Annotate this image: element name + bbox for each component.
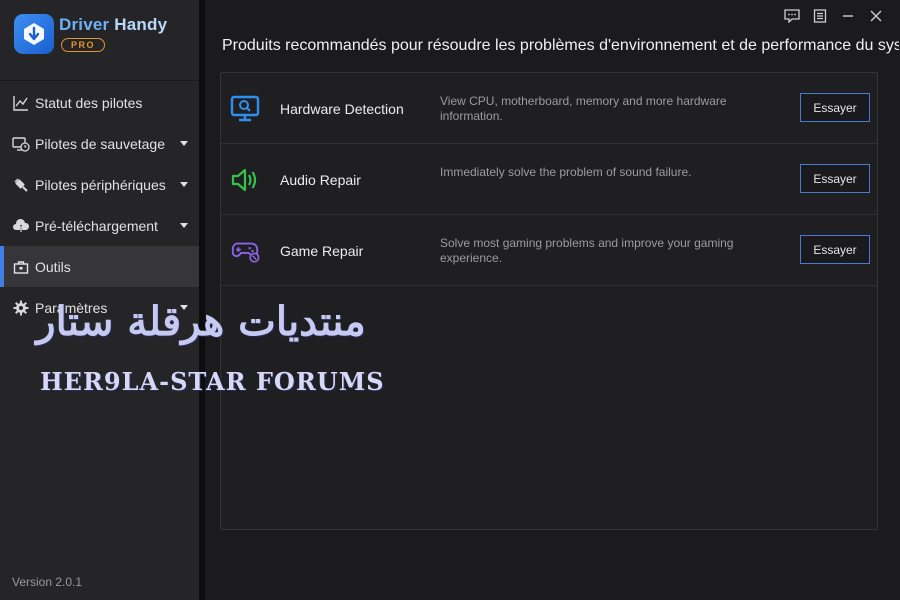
sidebar-nav: Statut des pilotes Pilotes de sauvetage … bbox=[0, 82, 199, 328]
plug-icon bbox=[12, 176, 30, 194]
chart-icon bbox=[12, 94, 30, 112]
menu-button[interactable] bbox=[806, 7, 834, 25]
sidebar-item-label: Outils bbox=[35, 258, 71, 275]
speaker-icon bbox=[230, 165, 260, 195]
monitor-clock-icon bbox=[12, 135, 30, 153]
chevron-down-icon bbox=[180, 223, 188, 228]
tool-name: Hardware Detection bbox=[280, 101, 404, 117]
try-game-repair-button[interactable]: Essayer bbox=[800, 235, 870, 264]
app-name: Driver Handy bbox=[59, 15, 168, 34]
gear-icon bbox=[12, 299, 30, 317]
gamepad-icon bbox=[230, 236, 260, 266]
sidebar-item-label: Pilotes de sauvetage bbox=[35, 135, 165, 152]
feedback-button[interactable] bbox=[778, 7, 806, 25]
sidebar-item-label: Pilotes périphériques bbox=[35, 176, 166, 193]
sidebar-item-label: Statut des pilotes bbox=[35, 94, 143, 111]
tool-description: Solve most gaming problems and improve y… bbox=[440, 236, 734, 265]
hardware-monitor-icon bbox=[230, 94, 260, 124]
app-logo: Driver Handy PRO bbox=[14, 14, 167, 54]
try-audio-repair-button[interactable]: Essayer bbox=[800, 164, 870, 193]
menu-icon bbox=[813, 9, 827, 23]
window-controls bbox=[778, 7, 890, 25]
sidebar-item-peripheral-drivers[interactable]: Pilotes périphériques bbox=[0, 164, 199, 205]
driverhandy-logo-icon bbox=[14, 14, 54, 54]
feedback-icon bbox=[784, 9, 800, 23]
app-version: Version 2.0.1 bbox=[12, 575, 83, 589]
list-item: Game Repair Solve most gaming problems a… bbox=[221, 215, 877, 286]
list-item: Hardware Detection View CPU, motherboard… bbox=[221, 73, 877, 144]
tools-list: Hardware Detection View CPU, motherboard… bbox=[220, 72, 878, 530]
cloud-download-icon bbox=[12, 217, 30, 235]
sidebar-item-tools[interactable]: Outils bbox=[0, 246, 199, 287]
page-title: Produits recommandés pour résoudre les p… bbox=[222, 37, 899, 54]
minimize-button[interactable] bbox=[834, 7, 862, 25]
chevron-down-icon bbox=[180, 141, 188, 146]
try-hardware-detection-button[interactable]: Essayer bbox=[800, 93, 870, 122]
tool-description: Immediately solve the problem of sound f… bbox=[440, 165, 692, 179]
sidebar-item-driver-status[interactable]: Statut des pilotes bbox=[0, 82, 199, 123]
tool-name: Audio Repair bbox=[280, 172, 361, 188]
pro-badge: PRO bbox=[61, 38, 106, 52]
tool-name: Game Repair bbox=[280, 243, 364, 259]
chevron-down-icon bbox=[180, 182, 188, 187]
sidebar-item-pre-download[interactable]: Pré-téléchargement bbox=[0, 205, 199, 246]
sidebar: Driver Handy PRO Statut des pilotes Pilo… bbox=[0, 0, 199, 600]
minimize-icon bbox=[843, 15, 853, 17]
sidebar-divider bbox=[0, 80, 199, 81]
app-window: Driver Handy PRO Statut des pilotes Pilo… bbox=[0, 0, 900, 600]
toolbox-icon bbox=[12, 258, 30, 276]
sidebar-item-label: Pré-téléchargement bbox=[35, 217, 158, 234]
close-icon bbox=[870, 10, 882, 22]
main-content: Produits recommandés pour résoudre les p… bbox=[205, 0, 900, 600]
sidebar-item-rescue-drivers[interactable]: Pilotes de sauvetage bbox=[0, 123, 199, 164]
sidebar-item-settings[interactable]: Paramètres bbox=[0, 287, 199, 328]
close-button[interactable] bbox=[862, 7, 890, 25]
sidebar-item-label: Paramètres bbox=[35, 299, 108, 316]
list-item: Audio Repair Immediately solve the probl… bbox=[221, 144, 877, 215]
chevron-down-icon bbox=[180, 305, 188, 310]
tool-description: View CPU, motherboard, memory and more h… bbox=[440, 94, 727, 123]
